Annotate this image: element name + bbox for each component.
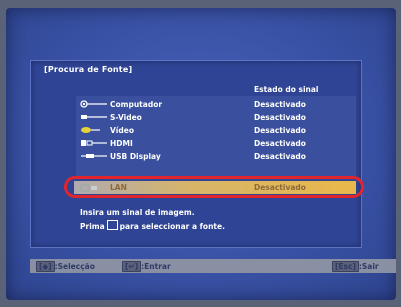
source-status: Desactivado bbox=[254, 138, 306, 148]
source-status: Desactivado bbox=[254, 112, 306, 122]
source-label: Computador bbox=[110, 99, 163, 109]
help-text-line2: Prima para seleccionar a fonte. bbox=[80, 220, 225, 231]
enter-key-icon: [↵] bbox=[122, 261, 142, 272]
select-label: :Selecção bbox=[54, 262, 95, 271]
selection-highlight-ring bbox=[64, 176, 364, 198]
enter-label: :Entrar bbox=[141, 262, 171, 271]
source-item-video[interactable]: Vídeo Desactivado bbox=[80, 124, 350, 136]
signal-status-header: Estado do sinal bbox=[254, 85, 319, 94]
usb-display-icon bbox=[80, 152, 110, 161]
source-label: USB Display bbox=[110, 151, 161, 161]
source-status: Desactivado bbox=[254, 151, 306, 161]
help-text-suffix: para seleccionar a fonte. bbox=[119, 222, 225, 231]
source-item-hdmi[interactable]: HDMI Desactivado bbox=[80, 137, 350, 149]
source-label: Vídeo bbox=[110, 125, 134, 135]
footer-select: [◆]:Selecção bbox=[36, 261, 95, 272]
select-key-icon: [◆] bbox=[36, 261, 55, 272]
video-icon bbox=[80, 126, 110, 135]
exit-label: :Sair bbox=[358, 262, 379, 271]
hdmi-icon bbox=[80, 139, 110, 148]
help-text-prefix: Prima bbox=[80, 222, 105, 231]
footer-enter: [↵]:Entrar bbox=[122, 261, 171, 272]
footer-exit: [Esc]:Sair bbox=[332, 261, 379, 272]
help-text-line1: Insira um sinal de imagem. bbox=[80, 208, 195, 217]
source-item-usb-display[interactable]: USB Display Desactivado bbox=[80, 150, 350, 162]
source-label: HDMI bbox=[110, 138, 133, 148]
exit-key-icon: [Esc] bbox=[332, 261, 359, 272]
s-video-icon bbox=[80, 113, 110, 122]
source-status: Desactivado bbox=[254, 125, 306, 135]
source-status: Desactivado bbox=[254, 99, 306, 109]
menu-title: [Procura de Fonte] bbox=[44, 65, 133, 74]
source-item-computer[interactable]: Computador Desactivado bbox=[80, 98, 350, 110]
source-label: S-Video bbox=[110, 112, 142, 122]
enter-key-icon bbox=[106, 220, 118, 230]
computer-icon bbox=[80, 100, 110, 109]
footer-bar: [◆]:Selecção [↵]:Entrar [Esc]:Sair bbox=[30, 259, 396, 273]
source-item-s-video[interactable]: S-Video Desactivado bbox=[80, 111, 350, 123]
